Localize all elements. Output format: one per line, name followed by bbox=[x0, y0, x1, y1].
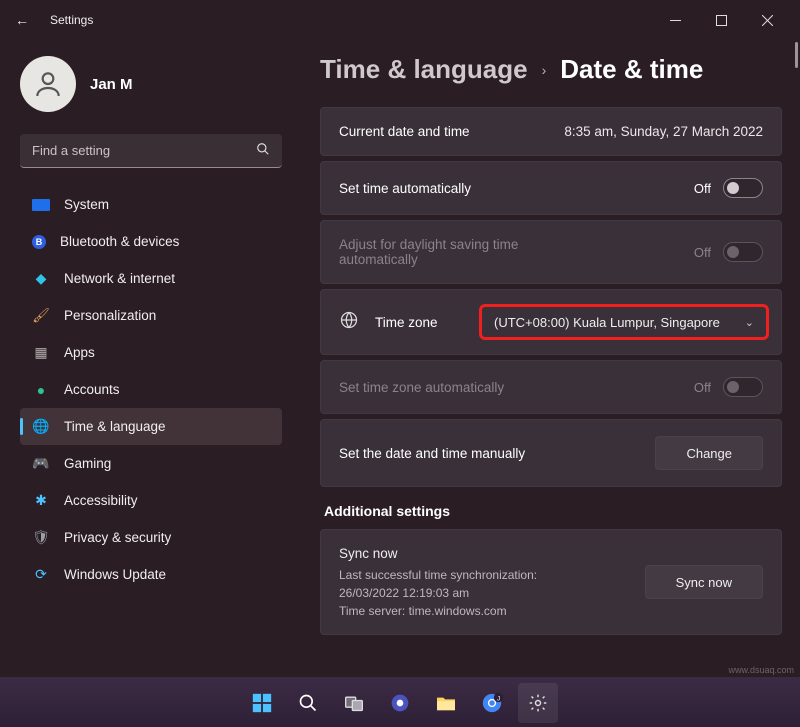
accessibility-icon: ✱ bbox=[32, 492, 50, 510]
titlebar: ← Settings bbox=[0, 0, 800, 40]
change-button[interactable]: Change bbox=[655, 436, 763, 470]
taskbar-search-icon[interactable] bbox=[288, 683, 328, 723]
display-icon bbox=[32, 199, 50, 211]
search-box[interactable] bbox=[20, 134, 282, 168]
gamepad-icon: 🎮 bbox=[32, 455, 50, 473]
section-additional-heading: Additional settings bbox=[324, 503, 782, 519]
sidebar-item-privacy[interactable]: 🛡 Privacy & security bbox=[20, 519, 282, 556]
current-datetime-value: 8:35 am, Sunday, 27 March 2022 bbox=[564, 124, 763, 139]
user-name: Jan M bbox=[90, 76, 133, 93]
main-content: Time & language › Date & time Current da… bbox=[290, 40, 800, 677]
window-title: Settings bbox=[50, 13, 93, 27]
close-button[interactable] bbox=[744, 4, 790, 36]
sidebar-item-bluetooth[interactable]: B Bluetooth & devices bbox=[20, 223, 282, 260]
row-label: Set time automatically bbox=[339, 181, 694, 196]
chevron-right-icon: › bbox=[542, 62, 547, 78]
brush-icon: 🖌 bbox=[32, 307, 50, 325]
taskbar: J bbox=[0, 677, 800, 727]
sidebar-item-network[interactable]: ◆ Network & internet bbox=[20, 260, 282, 297]
apps-icon: ▦ bbox=[32, 344, 50, 362]
sidebar-item-label: Accounts bbox=[64, 382, 120, 397]
update-icon: ⟳ bbox=[32, 566, 50, 584]
sidebar-item-label: Privacy & security bbox=[64, 530, 171, 545]
nav-list: System B Bluetooth & devices ◆ Network & i… bbox=[20, 186, 282, 593]
row-set-manual: Set the date and time manually Change bbox=[320, 419, 782, 487]
timezone-icon bbox=[339, 310, 361, 335]
shield-icon: 🛡 bbox=[32, 529, 50, 547]
sidebar-item-accessibility[interactable]: ✱ Accessibility bbox=[20, 482, 282, 519]
search-icon bbox=[256, 142, 270, 159]
sidebar-item-personalization[interactable]: 🖌 Personalization bbox=[20, 297, 282, 334]
person-icon: ● bbox=[32, 381, 50, 399]
sidebar-item-label: Network & internet bbox=[64, 271, 175, 286]
row-label: Set the date and time manually bbox=[339, 446, 655, 461]
svg-text:J: J bbox=[497, 695, 500, 702]
breadcrumb: Time & language › Date & time bbox=[320, 54, 782, 85]
timezone-value: (UTC+08:00) Kuala Lumpur, Singapore bbox=[494, 315, 720, 330]
row-label: Current date and time bbox=[339, 124, 564, 139]
wifi-icon: ◆ bbox=[32, 270, 50, 288]
sidebar-item-system[interactable]: System bbox=[20, 186, 282, 223]
settings-app-icon[interactable] bbox=[518, 683, 558, 723]
watermark: www.dsuaq.com bbox=[728, 665, 794, 675]
sidebar-item-apps[interactable]: ▦ Apps bbox=[20, 334, 282, 371]
scrollbar[interactable] bbox=[795, 42, 798, 68]
toggle-set-tz-auto bbox=[723, 377, 763, 397]
timezone-select[interactable]: (UTC+08:00) Kuala Lumpur, Singapore ⌄ bbox=[479, 304, 769, 340]
sidebar-item-label: Windows Update bbox=[64, 567, 166, 582]
task-view-icon[interactable] bbox=[334, 683, 374, 723]
row-current-datetime: Current date and time 8:35 am, Sunday, 2… bbox=[320, 107, 782, 156]
breadcrumb-parent[interactable]: Time & language bbox=[320, 54, 528, 85]
maximize-button[interactable] bbox=[698, 4, 744, 36]
sidebar-item-label: Personalization bbox=[64, 308, 156, 323]
globe-clock-icon: 🌐 bbox=[32, 418, 50, 436]
sidebar-item-label: Accessibility bbox=[64, 493, 138, 508]
sidebar-item-label: System bbox=[64, 197, 109, 212]
toggle-set-time-auto[interactable] bbox=[723, 178, 763, 198]
row-label: Adjust for daylight saving time automati… bbox=[339, 237, 569, 267]
sync-title: Sync now bbox=[339, 544, 537, 564]
sidebar-item-windows-update[interactable]: ⟳ Windows Update bbox=[20, 556, 282, 593]
file-explorer-icon[interactable] bbox=[426, 683, 466, 723]
row-timezone: Time zone (UTC+08:00) Kuala Lumpur, Sing… bbox=[320, 289, 782, 355]
sidebar-item-label: Gaming bbox=[64, 456, 111, 471]
sidebar-item-label: Time & language bbox=[64, 419, 166, 434]
row-sync-now: Sync now Last successful time synchroniz… bbox=[320, 529, 782, 635]
toggle-state: Off bbox=[694, 181, 711, 196]
row-label: Time zone bbox=[375, 315, 465, 330]
toggle-state: Off bbox=[694, 380, 711, 395]
row-set-time-auto: Set time automatically Off bbox=[320, 161, 782, 215]
sync-info: Sync now Last successful time synchroniz… bbox=[339, 544, 537, 620]
start-button[interactable] bbox=[242, 683, 282, 723]
chevron-down-icon: ⌄ bbox=[745, 316, 754, 329]
row-label: Set time zone automatically bbox=[339, 380, 694, 395]
sidebar-item-label: Bluetooth & devices bbox=[60, 234, 179, 249]
user-profile[interactable]: Jan M bbox=[20, 56, 282, 112]
row-set-tz-auto: Set time zone automatically Off bbox=[320, 360, 782, 414]
search-input[interactable] bbox=[20, 134, 282, 168]
breadcrumb-current: Date & time bbox=[560, 54, 703, 85]
sidebar-item-gaming[interactable]: 🎮 Gaming bbox=[20, 445, 282, 482]
sidebar-item-accounts[interactable]: ● Accounts bbox=[20, 371, 282, 408]
sidebar-item-time-language[interactable]: 🌐 Time & language bbox=[20, 408, 282, 445]
back-button[interactable]: ← bbox=[10, 12, 34, 28]
toggle-state: Off bbox=[694, 245, 711, 260]
bluetooth-icon: B bbox=[32, 235, 46, 249]
chat-icon[interactable] bbox=[380, 683, 420, 723]
minimize-button[interactable] bbox=[652, 4, 698, 36]
toggle-dst bbox=[723, 242, 763, 262]
sidebar-item-label: Apps bbox=[64, 345, 95, 360]
chrome-icon[interactable]: J bbox=[472, 683, 512, 723]
row-dst: Adjust for daylight saving time automati… bbox=[320, 220, 782, 284]
sidebar: Jan M System B Bluetooth & devices ◆ Netwo… bbox=[0, 40, 290, 677]
sync-now-button[interactable]: Sync now bbox=[645, 565, 763, 599]
avatar bbox=[20, 56, 76, 112]
